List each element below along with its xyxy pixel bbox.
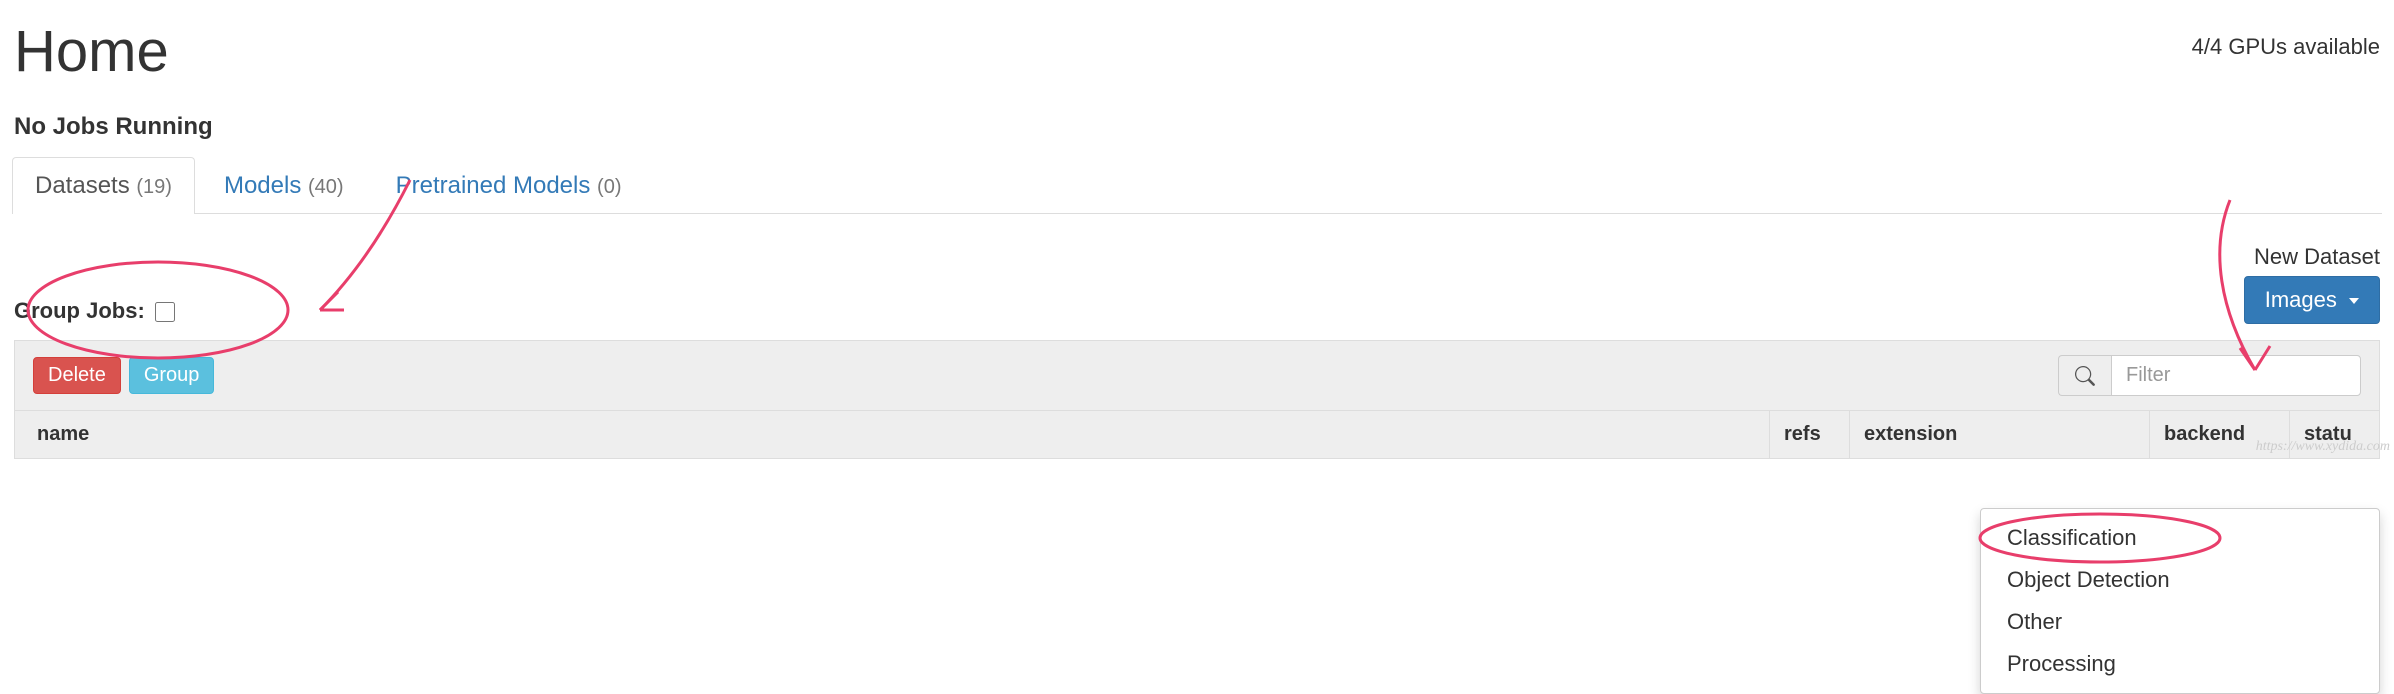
tabs: Datasets (19) Models (40) Pretrained Mod… bbox=[12, 157, 2382, 214]
dropdown-item-object-detection[interactable]: Object Detection bbox=[1981, 559, 2379, 601]
tab-datasets-label: Datasets bbox=[35, 172, 130, 199]
column-extension[interactable]: extension bbox=[1849, 411, 2149, 458]
dropdown-item-classification[interactable]: Classification bbox=[1981, 517, 2379, 559]
group-jobs-control: Group Jobs: bbox=[14, 298, 175, 324]
caret-down-icon bbox=[2349, 298, 2359, 304]
column-name[interactable]: name bbox=[15, 411, 1769, 458]
filter-input[interactable] bbox=[2111, 355, 2361, 396]
tab-models-label: Models bbox=[224, 172, 301, 199]
search-icon bbox=[2058, 355, 2111, 396]
delete-button[interactable]: Delete bbox=[33, 357, 121, 394]
table-header: name refs extension backend statu bbox=[14, 410, 2380, 459]
tab-pretrained-label: Pretrained Models bbox=[396, 172, 591, 199]
tab-datasets-count: (19) bbox=[136, 176, 172, 198]
dropdown-item-processing[interactable]: Processing bbox=[1981, 643, 2379, 685]
jobs-heading: No Jobs Running bbox=[0, 95, 2394, 147]
tab-models[interactable]: Models (40) bbox=[201, 157, 367, 214]
page-title: Home bbox=[14, 18, 169, 85]
tab-pretrained-count: (0) bbox=[597, 176, 621, 198]
images-button-label: Images bbox=[2265, 287, 2337, 312]
tab-pretrained[interactable]: Pretrained Models (0) bbox=[373, 157, 645, 214]
images-dropdown-menu: Classification Object Detection Other Pr… bbox=[1980, 508, 2380, 694]
new-dataset-label: New Dataset bbox=[2244, 244, 2380, 270]
group-button[interactable]: Group bbox=[129, 357, 215, 394]
group-jobs-checkbox[interactable] bbox=[155, 302, 175, 322]
watermark: https://www.xydida.com bbox=[2256, 439, 2390, 455]
tab-datasets[interactable]: Datasets (19) bbox=[12, 157, 195, 214]
dropdown-item-other[interactable]: Other bbox=[1981, 601, 2379, 643]
group-jobs-label: Group Jobs: bbox=[14, 298, 145, 323]
images-dropdown-button[interactable]: Images bbox=[2244, 276, 2380, 324]
column-refs[interactable]: refs bbox=[1769, 411, 1849, 458]
tab-models-count: (40) bbox=[308, 176, 344, 198]
toolbar: Delete Group bbox=[14, 340, 2380, 410]
gpu-status: 4/4 GPUs available bbox=[2192, 34, 2380, 60]
